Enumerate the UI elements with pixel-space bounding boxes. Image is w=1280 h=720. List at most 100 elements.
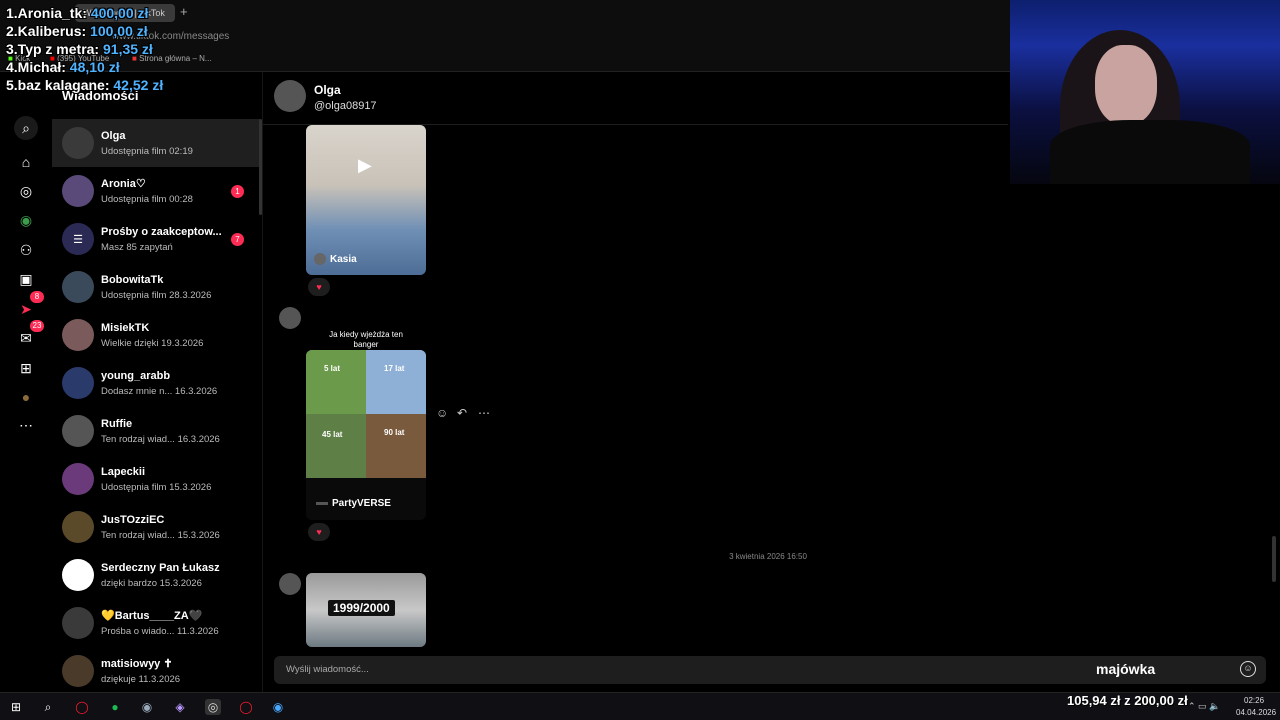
sender-avatar[interactable] xyxy=(279,573,301,595)
following-icon[interactable]: ◉ xyxy=(14,208,38,232)
video-thumbnail: 1999/2000 xyxy=(306,573,426,647)
video-panel xyxy=(306,414,366,478)
new-tab-button[interactable]: + xyxy=(180,4,188,19)
conversation-preview: Ten rodzaj wiad... 16.3.2026 xyxy=(101,433,220,445)
conversation-preview: Udostępnia film 15.3.2026 xyxy=(101,481,212,493)
avatar xyxy=(62,367,94,399)
search-icon[interactable]: ⌕ xyxy=(14,116,38,140)
app-icon[interactable]: ◈ xyxy=(172,699,188,715)
conversation-item[interactable]: Serdeczny Pan Łukasz dzięki bardzo 15.3.2… xyxy=(52,551,260,599)
avatar xyxy=(62,511,94,543)
search-icon[interactable]: ⌕ xyxy=(40,699,56,715)
conversation-item[interactable]: young_arabb Dodasz mnie n... 16.3.2026 xyxy=(52,359,260,407)
home-icon[interactable]: ⌂ xyxy=(14,150,38,174)
send-badge: 8 xyxy=(30,291,44,303)
friends-icon[interactable]: ⚇ xyxy=(14,238,38,262)
steam-icon[interactable]: ◉ xyxy=(270,699,286,715)
emoji-icon[interactable]: ☺ xyxy=(1240,661,1256,677)
date-separator: 3 kwietnia 2026 16:50 xyxy=(729,552,807,561)
system-tray-icons[interactable]: ⌃ ▭ 🔈 xyxy=(1188,701,1220,712)
message-input[interactable]: Wyślij wiadomość... xyxy=(286,664,369,675)
chat-scrollbar[interactable] xyxy=(1272,536,1276,582)
steam-icon[interactable]: ◉ xyxy=(139,699,155,715)
video-author: Kasia xyxy=(330,253,357,265)
conversation-item[interactable]: JusTOzziEC Ten rodzaj wiad... 15.3.2026 xyxy=(52,503,260,551)
inbox-icon[interactable]: ✉ 23 xyxy=(14,320,44,350)
conversation-item[interactable]: Lapeckii Udostępnia film 15.3.2026 xyxy=(52,455,260,503)
shared-video[interactable]: 5 lat 17 lat 45 lat 90 lat PartyVERSE xyxy=(306,350,426,520)
conversation-preview: Udostępnia film 00:28 xyxy=(101,194,193,205)
chat-handle[interactable]: @olga08917 xyxy=(314,100,377,112)
conversation-preview: dzięki bardzo 15.3.2026 xyxy=(101,577,202,589)
donor-1: 1.Aronia_tk: 400,00 zł xyxy=(6,5,149,21)
webcam-shirt xyxy=(1050,120,1250,184)
video-author: PartyVERSE xyxy=(332,498,391,509)
send-icon[interactable]: ➤ 8 xyxy=(14,291,44,321)
conversation-item[interactable]: matisiowyy ✝ dziękuje 11.3.2026 xyxy=(52,647,260,692)
avatar xyxy=(62,559,94,591)
live-icon[interactable]: ▣ xyxy=(14,267,38,291)
chat-avatar[interactable] xyxy=(274,80,306,112)
conversation-item[interactable]: ☰ Prośby o zaakceptow... Masz 85 zapytań 7 xyxy=(52,215,260,263)
conversation-preview: dziękuje 11.3.2026 xyxy=(101,674,181,685)
chat-header xyxy=(263,72,1008,125)
reply-icon[interactable]: ↶ xyxy=(457,406,467,420)
conversation-preview: Masz 85 zapytań xyxy=(101,241,173,253)
video-tag: 17 lat xyxy=(384,364,405,373)
conversation-name: young_arabb xyxy=(101,369,171,382)
conversation-name: Ruffie xyxy=(101,417,133,430)
conversation-item[interactable]: 💛Bartus____ZA🖤 Prośba o wiado... 11.3.202… xyxy=(52,599,260,647)
avatar xyxy=(62,463,94,495)
video-tag: 45 lat xyxy=(322,430,343,439)
windows-start-icon[interactable]: ⊞ xyxy=(8,699,24,715)
avatar xyxy=(62,319,94,351)
heart-reaction[interactable]: ♥ xyxy=(308,523,330,541)
avatar xyxy=(62,175,94,207)
conversation-name: MisiekTK xyxy=(101,321,150,334)
react-icon[interactable]: ☺ xyxy=(436,406,448,420)
author-avatar xyxy=(316,502,328,505)
obs-icon[interactable]: ◎ xyxy=(205,699,221,715)
conversation-preview: Dodasz mnie n... 16.3.2026 xyxy=(101,385,218,397)
video-panel xyxy=(366,350,426,414)
conversation-name: Aronia♡ xyxy=(101,178,146,190)
conversation-name: matisiowyy ✝ xyxy=(101,658,173,670)
explore-icon[interactable]: ◎ xyxy=(14,179,38,203)
upload-icon[interactable]: ⊞ xyxy=(14,356,38,380)
conversation-preview: Udostępnia film 02:19 xyxy=(101,145,193,157)
video-thumbnail: ▶ Kasia xyxy=(306,125,426,275)
sender-avatar[interactable] xyxy=(279,307,301,329)
video-tag: 90 lat xyxy=(384,428,405,437)
profile-icon[interactable]: ● xyxy=(14,385,38,409)
conversation-preview: Wielkie dzięki 19.3.2026 xyxy=(101,337,204,349)
donor-2: 2.Kaliberus: 100,00 zł xyxy=(6,23,148,39)
chat-name[interactable]: Olga xyxy=(314,83,341,97)
avatar xyxy=(62,655,94,687)
conversation-name: 💛Bartus____ZA🖤 xyxy=(101,610,203,622)
spotify-icon[interactable]: ● xyxy=(107,699,123,715)
shared-video[interactable]: ▶ Kasia xyxy=(306,125,426,275)
opera-icon[interactable]: ◯ xyxy=(74,699,90,715)
conversation-item[interactable]: Aronia♡ Udostępnia film 00:28 1 xyxy=(52,167,260,215)
donation-goal: 105,94 zł z 200,00 zł xyxy=(1067,693,1188,708)
divider xyxy=(262,72,263,692)
avatar xyxy=(62,127,94,159)
more-options-icon[interactable]: ⋯ xyxy=(478,406,490,420)
clock-date[interactable]: 04.04.2026 xyxy=(1236,708,1276,717)
heart-reaction[interactable]: ♥ xyxy=(308,278,330,296)
conversation-list: Olga Udostępnia film 02:19 Aronia♡ Udostępn… xyxy=(52,119,260,692)
stream-overlay-text: majówka xyxy=(1096,661,1156,677)
unread-badge: 7 xyxy=(231,233,244,246)
more-icon[interactable]: ⋯ xyxy=(14,413,38,437)
conversation-item[interactable]: Olga Udostępnia film 02:19 xyxy=(52,119,260,167)
conversation-item[interactable]: MisiekTK Wielkie dzięki 19.3.2026 xyxy=(52,311,260,359)
video-panel xyxy=(306,350,366,414)
conversation-item[interactable]: Ruffie Ten rodzaj wiad... 16.3.2026 xyxy=(52,407,260,455)
conversation-name: BobowitaTk xyxy=(101,273,164,286)
conversation-item[interactable]: BobowitaTk Udostępnia film 28.3.2026 xyxy=(52,263,260,311)
video-tag: 5 lat xyxy=(324,364,341,373)
video-overlay-text: 1999/2000 xyxy=(328,600,395,616)
clock-time[interactable]: 02:26 xyxy=(1244,696,1264,705)
opera-gx-icon[interactable]: ◯ xyxy=(238,699,254,715)
shared-video[interactable]: 1999/2000 xyxy=(306,573,426,647)
